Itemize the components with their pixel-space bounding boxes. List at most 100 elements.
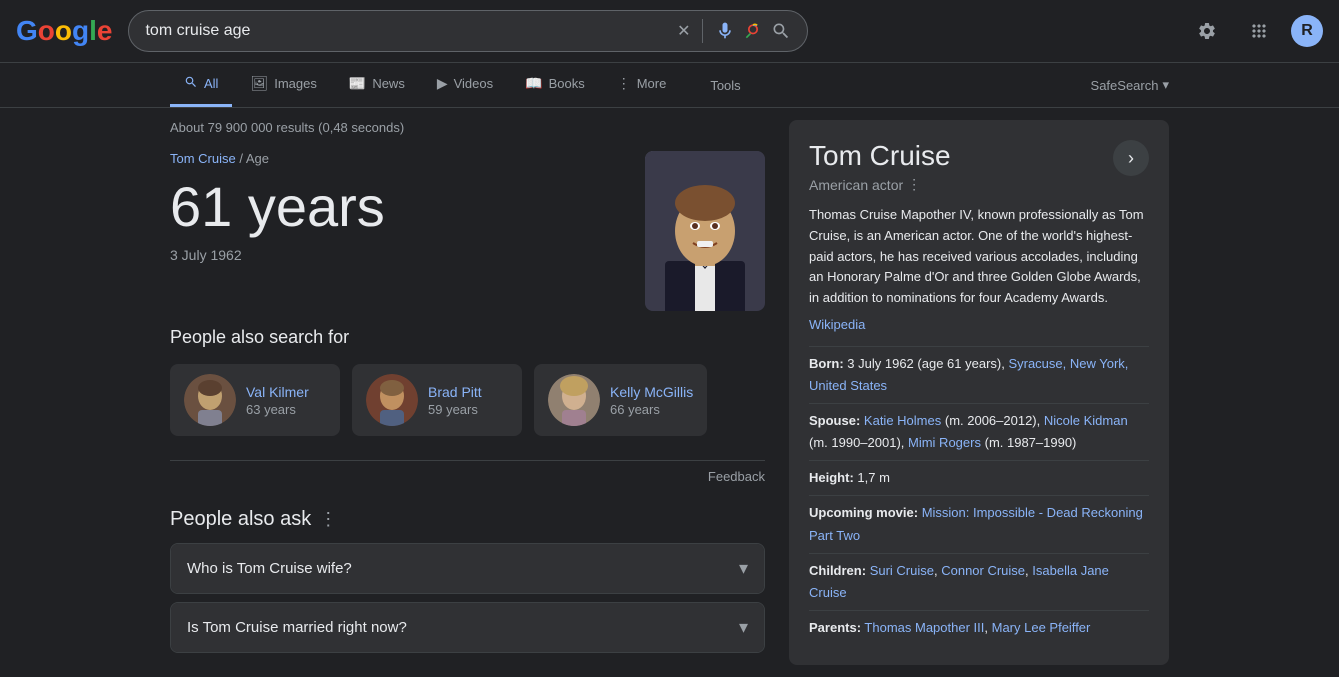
kp-next-button[interactable]: › bbox=[1113, 140, 1149, 176]
safesearch-chevron-icon: ▾ bbox=[1162, 77, 1169, 93]
news-icon: 📰 bbox=[349, 75, 366, 92]
people-cards: Val Kilmer 63 years Brad Pit bbox=[170, 364, 765, 436]
paa-question-2[interactable]: Is Tom Cruise married right now? ▾ bbox=[171, 603, 764, 652]
search-input[interactable] bbox=[145, 22, 669, 40]
lens-button[interactable] bbox=[743, 21, 763, 41]
tab-more-label: More bbox=[637, 76, 667, 91]
kelly-mcgillis-age: 66 years bbox=[610, 402, 693, 417]
paa-title-row: People also ask ⋮ bbox=[170, 508, 765, 531]
val-kilmer-name: Val Kilmer bbox=[246, 384, 309, 400]
brad-pitt-info: Brad Pitt 59 years bbox=[428, 384, 482, 417]
books-icon: 📖 bbox=[525, 75, 542, 92]
clear-button[interactable]: ✕ bbox=[677, 21, 690, 41]
tab-books-label: Books bbox=[549, 76, 585, 91]
kp-born-row: Born: 3 July 1962 (age 61 years), Syracu… bbox=[809, 346, 1149, 403]
kp-child-connor-link[interactable]: Connor Cruise bbox=[941, 563, 1025, 578]
people-also-search-section: People also search for Val Kilmer 63 yea… bbox=[170, 327, 765, 436]
tab-videos[interactable]: ▶ Videos bbox=[423, 63, 507, 107]
kelly-mcgillis-name: Kelly McGillis bbox=[610, 384, 693, 400]
kp-spouse-katie-dates: (m. 2006–2012), bbox=[945, 413, 1044, 428]
kp-child-suri-link[interactable]: Suri Cruise bbox=[870, 563, 934, 578]
kp-born-value: 3 July 1962 (age 61 years), bbox=[847, 356, 1008, 371]
kp-born-country-link[interactable]: United States bbox=[809, 378, 887, 393]
tab-books[interactable]: 📖 Books bbox=[511, 63, 599, 107]
feedback-row: Feedback bbox=[170, 460, 765, 492]
settings-button[interactable] bbox=[1187, 11, 1227, 51]
paa-question-2-text: Is Tom Cruise married right now? bbox=[187, 619, 407, 636]
kp-wikipedia-link[interactable]: Wikipedia bbox=[809, 317, 1149, 332]
tab-all-label: All bbox=[204, 76, 218, 91]
breadcrumb-current: Age bbox=[246, 151, 269, 166]
user-avatar[interactable]: R bbox=[1291, 15, 1323, 47]
kp-parent-thomas-link[interactable]: Thomas Mapother III bbox=[864, 620, 984, 635]
search-bar: ✕ bbox=[128, 10, 808, 52]
divider bbox=[702, 19, 703, 43]
header-right: R bbox=[1187, 11, 1323, 51]
paa-chevron-2-icon: ▾ bbox=[739, 617, 748, 638]
breadcrumb-link[interactable]: Tom Cruise bbox=[170, 151, 236, 166]
val-kilmer-info: Val Kilmer 63 years bbox=[246, 384, 309, 417]
kp-spouse-row: Spouse: Katie Holmes (m. 2006–2012), Nic… bbox=[809, 403, 1149, 460]
brad-pitt-age: 59 years bbox=[428, 402, 482, 417]
kp-spouse-nicole-dates: (m. 1990–2001), bbox=[809, 435, 908, 450]
person-card-kelly-mcgillis[interactable]: Kelly McGillis 66 years bbox=[534, 364, 707, 436]
safesearch-label: SafeSearch bbox=[1091, 78, 1159, 93]
kp-spouse-mimi-dates: (m. 1987–1990) bbox=[985, 435, 1077, 450]
kp-options-icon[interactable]: ⋮ bbox=[907, 176, 921, 193]
paa-question-1[interactable]: Who is Tom Cruise wife? ▾ bbox=[171, 544, 764, 593]
kp-spouse-mimi-link[interactable]: Mimi Rogers bbox=[908, 435, 981, 450]
paa-item-1: Who is Tom Cruise wife? ▾ bbox=[170, 543, 765, 594]
people-also-ask-section: People also ask ⋮ Who is Tom Cruise wife… bbox=[170, 508, 765, 653]
header: Google ✕ R bbox=[0, 0, 1339, 63]
tab-images[interactable]: 🖼 Images bbox=[236, 63, 330, 107]
tab-news[interactable]: 📰 News bbox=[335, 63, 419, 107]
kp-height-row: Height: 1,7 m bbox=[809, 460, 1149, 495]
videos-icon: ▶ bbox=[437, 75, 448, 92]
safesearch-control[interactable]: SafeSearch ▾ bbox=[1091, 65, 1169, 105]
paa-more-icon[interactable]: ⋮ bbox=[319, 509, 337, 530]
tab-videos-label: Videos bbox=[454, 76, 494, 91]
paa-question-1-text: Who is Tom Cruise wife? bbox=[187, 560, 352, 577]
kp-parents-value: Thomas Mapother III, Mary Lee Pfeiffer bbox=[864, 620, 1090, 635]
kp-spouse-katie-link[interactable]: Katie Holmes bbox=[864, 413, 941, 428]
people-also-search-title: People also search for bbox=[170, 327, 765, 348]
kp-subtitle: American actor ⋮ bbox=[809, 176, 951, 193]
results-count: About 79 900 000 results (0,48 seconds) bbox=[170, 120, 765, 135]
kp-parent-mary-link[interactable]: Mary Lee Pfeiffer bbox=[992, 620, 1091, 635]
person-card-brad-pitt[interactable]: Brad Pitt 59 years bbox=[352, 364, 522, 436]
paa-chevron-1-icon: ▾ bbox=[739, 558, 748, 579]
feedback-button[interactable]: Feedback bbox=[708, 469, 765, 484]
apps-button[interactable] bbox=[1239, 11, 1279, 51]
brad-pitt-avatar bbox=[366, 374, 418, 426]
kp-header: Tom Cruise American actor ⋮ › bbox=[809, 140, 1149, 193]
person-card-val-kilmer[interactable]: Val Kilmer 63 years bbox=[170, 364, 340, 436]
kp-height-number: 1,7 m bbox=[857, 470, 890, 485]
nav-tabs: All 🖼 Images 📰 News ▶ Videos 📖 Books ⋮ M… bbox=[0, 63, 1339, 108]
kp-spouse-nicole-link[interactable]: Nicole Kidman bbox=[1044, 413, 1128, 428]
tab-all[interactable]: All bbox=[170, 63, 232, 107]
brad-pitt-name: Brad Pitt bbox=[428, 384, 482, 400]
kp-title-section: Tom Cruise American actor ⋮ bbox=[809, 140, 951, 193]
search-submit-button[interactable] bbox=[771, 21, 791, 41]
kp-description: Thomas Cruise Mapother IV, known profess… bbox=[809, 205, 1149, 309]
google-logo[interactable]: Google bbox=[16, 15, 112, 47]
kp-parents-row: Parents: Thomas Mapother III, Mary Lee P… bbox=[809, 610, 1149, 645]
subject-portrait-svg bbox=[645, 151, 765, 311]
kp-subtitle-text: American actor bbox=[809, 177, 903, 193]
tab-more[interactable]: ⋮ More bbox=[603, 63, 681, 107]
voice-search-button[interactable] bbox=[715, 21, 735, 41]
kp-height-label: Height: bbox=[809, 470, 854, 485]
val-kilmer-avatar bbox=[184, 374, 236, 426]
kp-upcoming-row: Upcoming movie: Mission: Impossible - De… bbox=[809, 495, 1149, 552]
subject-photo bbox=[645, 151, 765, 311]
tools-button[interactable]: Tools bbox=[696, 66, 754, 105]
kp-children-label: Children: bbox=[809, 563, 866, 578]
all-icon bbox=[184, 75, 198, 92]
kp-upcoming-label: Upcoming movie: bbox=[809, 505, 918, 520]
subject-photo-container bbox=[645, 151, 765, 311]
kp-born-label: Born: bbox=[809, 356, 844, 371]
kp-born-location-link[interactable]: Syracuse, New York, bbox=[1008, 356, 1128, 371]
images-icon: 🖼 bbox=[250, 75, 268, 92]
tab-news-label: News bbox=[372, 76, 405, 91]
right-panel: Tom Cruise American actor ⋮ › Thomas Cru… bbox=[789, 120, 1169, 665]
